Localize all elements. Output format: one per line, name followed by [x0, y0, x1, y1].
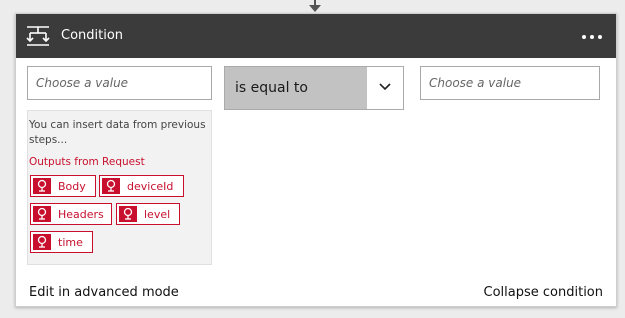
collapse-condition-link[interactable]: Collapse condition [484, 285, 603, 300]
more-options-icon [582, 35, 586, 39]
right-value-input[interactable]: Choose a value [420, 66, 600, 100]
token-body[interactable]: Body [30, 175, 96, 197]
token-label: time [58, 236, 83, 249]
request-icon [33, 206, 51, 222]
condition-icon [26, 26, 50, 46]
request-icon [102, 178, 120, 194]
connector-arrow-icon [309, 0, 321, 12]
outputs-section-title: Outputs from Request [29, 156, 145, 168]
operator-caret-button[interactable] [367, 67, 403, 109]
token-label: Headers [58, 208, 104, 221]
request-icon [33, 234, 51, 250]
operator-dropdown[interactable]: is equal to [224, 66, 404, 110]
left-value-placeholder: Choose a value [36, 76, 129, 90]
operator-selected-value: is equal to [235, 80, 308, 96]
request-icon [33, 178, 51, 194]
dynamic-content-panel: You can insert data from previous steps.… [27, 110, 212, 265]
right-value-placeholder: Choose a value [429, 76, 522, 90]
chevron-down-icon [379, 83, 391, 91]
token-deviceid[interactable]: deviceId [99, 175, 184, 197]
token-label: deviceId [127, 180, 174, 193]
dynamic-content-hint: You can insert data from previous steps.… [29, 119, 206, 146]
page: Condition Choose a value is equal to Cho… [0, 0, 625, 318]
token-label: Body [58, 180, 86, 193]
card-title: Condition [61, 28, 124, 43]
edit-advanced-mode-link[interactable]: Edit in advanced mode [29, 285, 179, 300]
left-value-input[interactable]: Choose a value [27, 66, 212, 100]
token-time[interactable]: time [30, 231, 93, 253]
token-headers[interactable]: Headers [30, 203, 112, 225]
token-level[interactable]: level [116, 203, 180, 225]
more-options-icon-dot [598, 35, 602, 39]
more-options-icon-dot [590, 35, 594, 39]
card-header[interactable]: Condition [16, 14, 616, 58]
more-options-button[interactable] [582, 28, 604, 44]
request-icon [119, 206, 137, 222]
condition-card: Condition Choose a value is equal to Cho… [15, 13, 617, 307]
token-label: level [144, 208, 171, 221]
